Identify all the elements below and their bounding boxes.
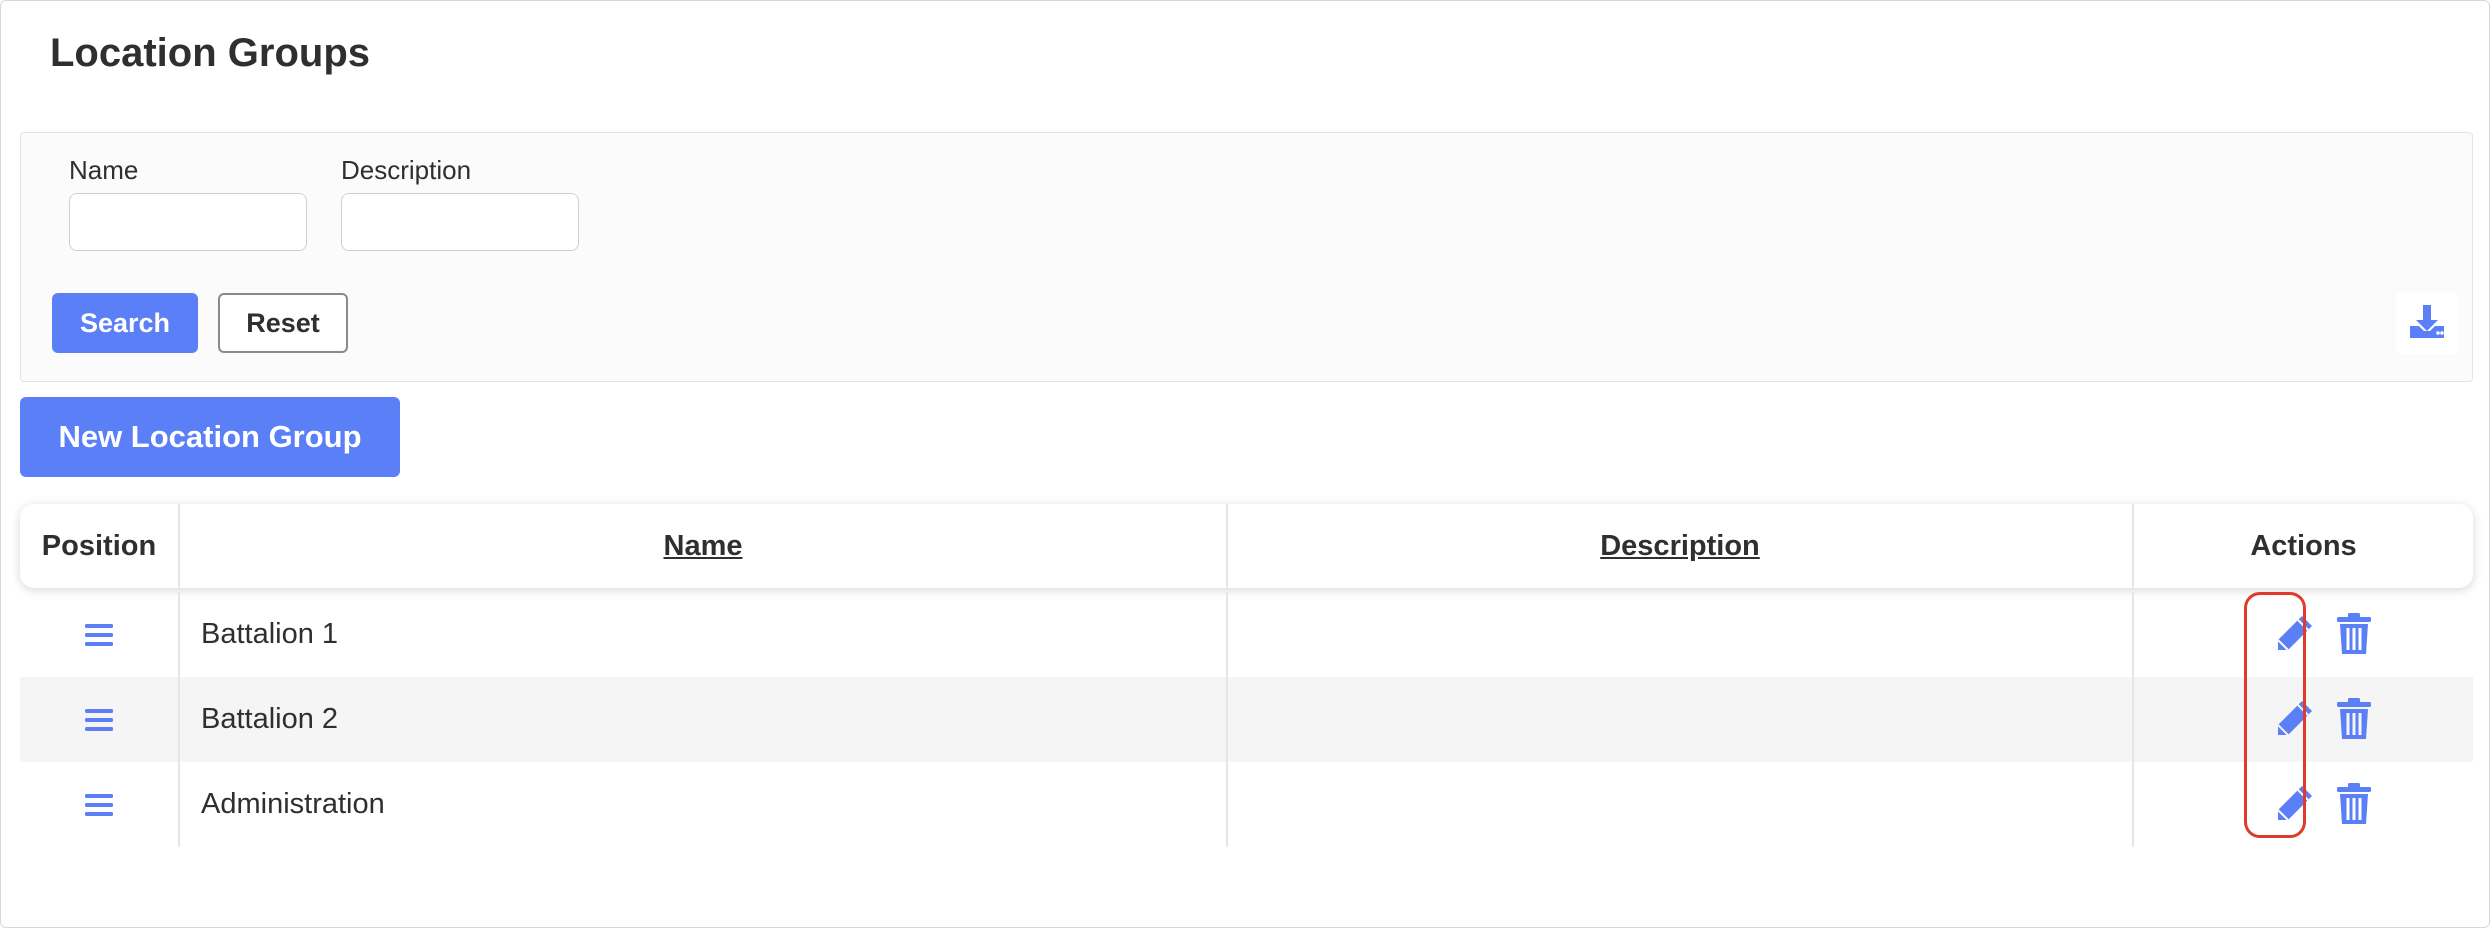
column-header-position: Position — [41, 529, 157, 562]
download-icon — [2407, 302, 2447, 345]
reset-button[interactable]: Reset — [218, 293, 348, 353]
edit-pencil-icon[interactable] — [2272, 697, 2316, 741]
drag-handle-icon[interactable] — [20, 708, 178, 732]
new-location-group-button[interactable]: New Location Group — [20, 397, 400, 477]
actions-cell — [2132, 592, 2473, 677]
column-header-description[interactable]: Description — [1226, 504, 2132, 588]
trash-icon[interactable] — [2336, 697, 2372, 741]
trash-icon[interactable] — [2336, 782, 2372, 826]
description-cell — [1226, 762, 2132, 847]
name-cell: Battalion 1 — [178, 592, 1226, 677]
edit-pencil-icon[interactable] — [2272, 782, 2316, 826]
page-title: Location Groups — [50, 31, 370, 75]
position-cell — [20, 677, 178, 762]
description-filter-label: Description — [341, 155, 472, 185]
description-cell — [1226, 677, 2132, 762]
position-cell — [20, 762, 178, 847]
main-panel: Location Groups Name Description Search … — [0, 0, 2490, 928]
actions-cell — [2132, 677, 2473, 762]
position-cell — [20, 592, 178, 677]
table-row: Battalion 1 — [20, 592, 2473, 677]
drag-handle-icon[interactable] — [20, 623, 178, 647]
actions-cell — [2132, 762, 2473, 847]
column-header-actions: Actions — [2132, 504, 2473, 588]
table-row: Battalion 2 — [20, 677, 2473, 762]
name-cell: Battalion 2 — [178, 677, 1226, 762]
name-cell: Administration — [178, 762, 1226, 847]
edit-pencil-icon[interactable] — [2272, 612, 2316, 656]
download-button[interactable] — [2396, 292, 2458, 354]
name-filter-label: Name — [69, 155, 139, 185]
search-button[interactable]: Search — [52, 293, 198, 353]
name-filter-input[interactable] — [69, 193, 307, 251]
table-header: Position Name Description Actions — [20, 504, 2473, 588]
table-row: Administration — [20, 762, 2473, 847]
column-header-name[interactable]: Name — [178, 504, 1226, 588]
filter-panel: Name Description Search Reset — [20, 132, 2473, 382]
trash-icon[interactable] — [2336, 612, 2372, 656]
drag-handle-icon[interactable] — [20, 793, 178, 817]
description-filter-input[interactable] — [341, 193, 579, 251]
description-cell — [1226, 592, 2132, 677]
